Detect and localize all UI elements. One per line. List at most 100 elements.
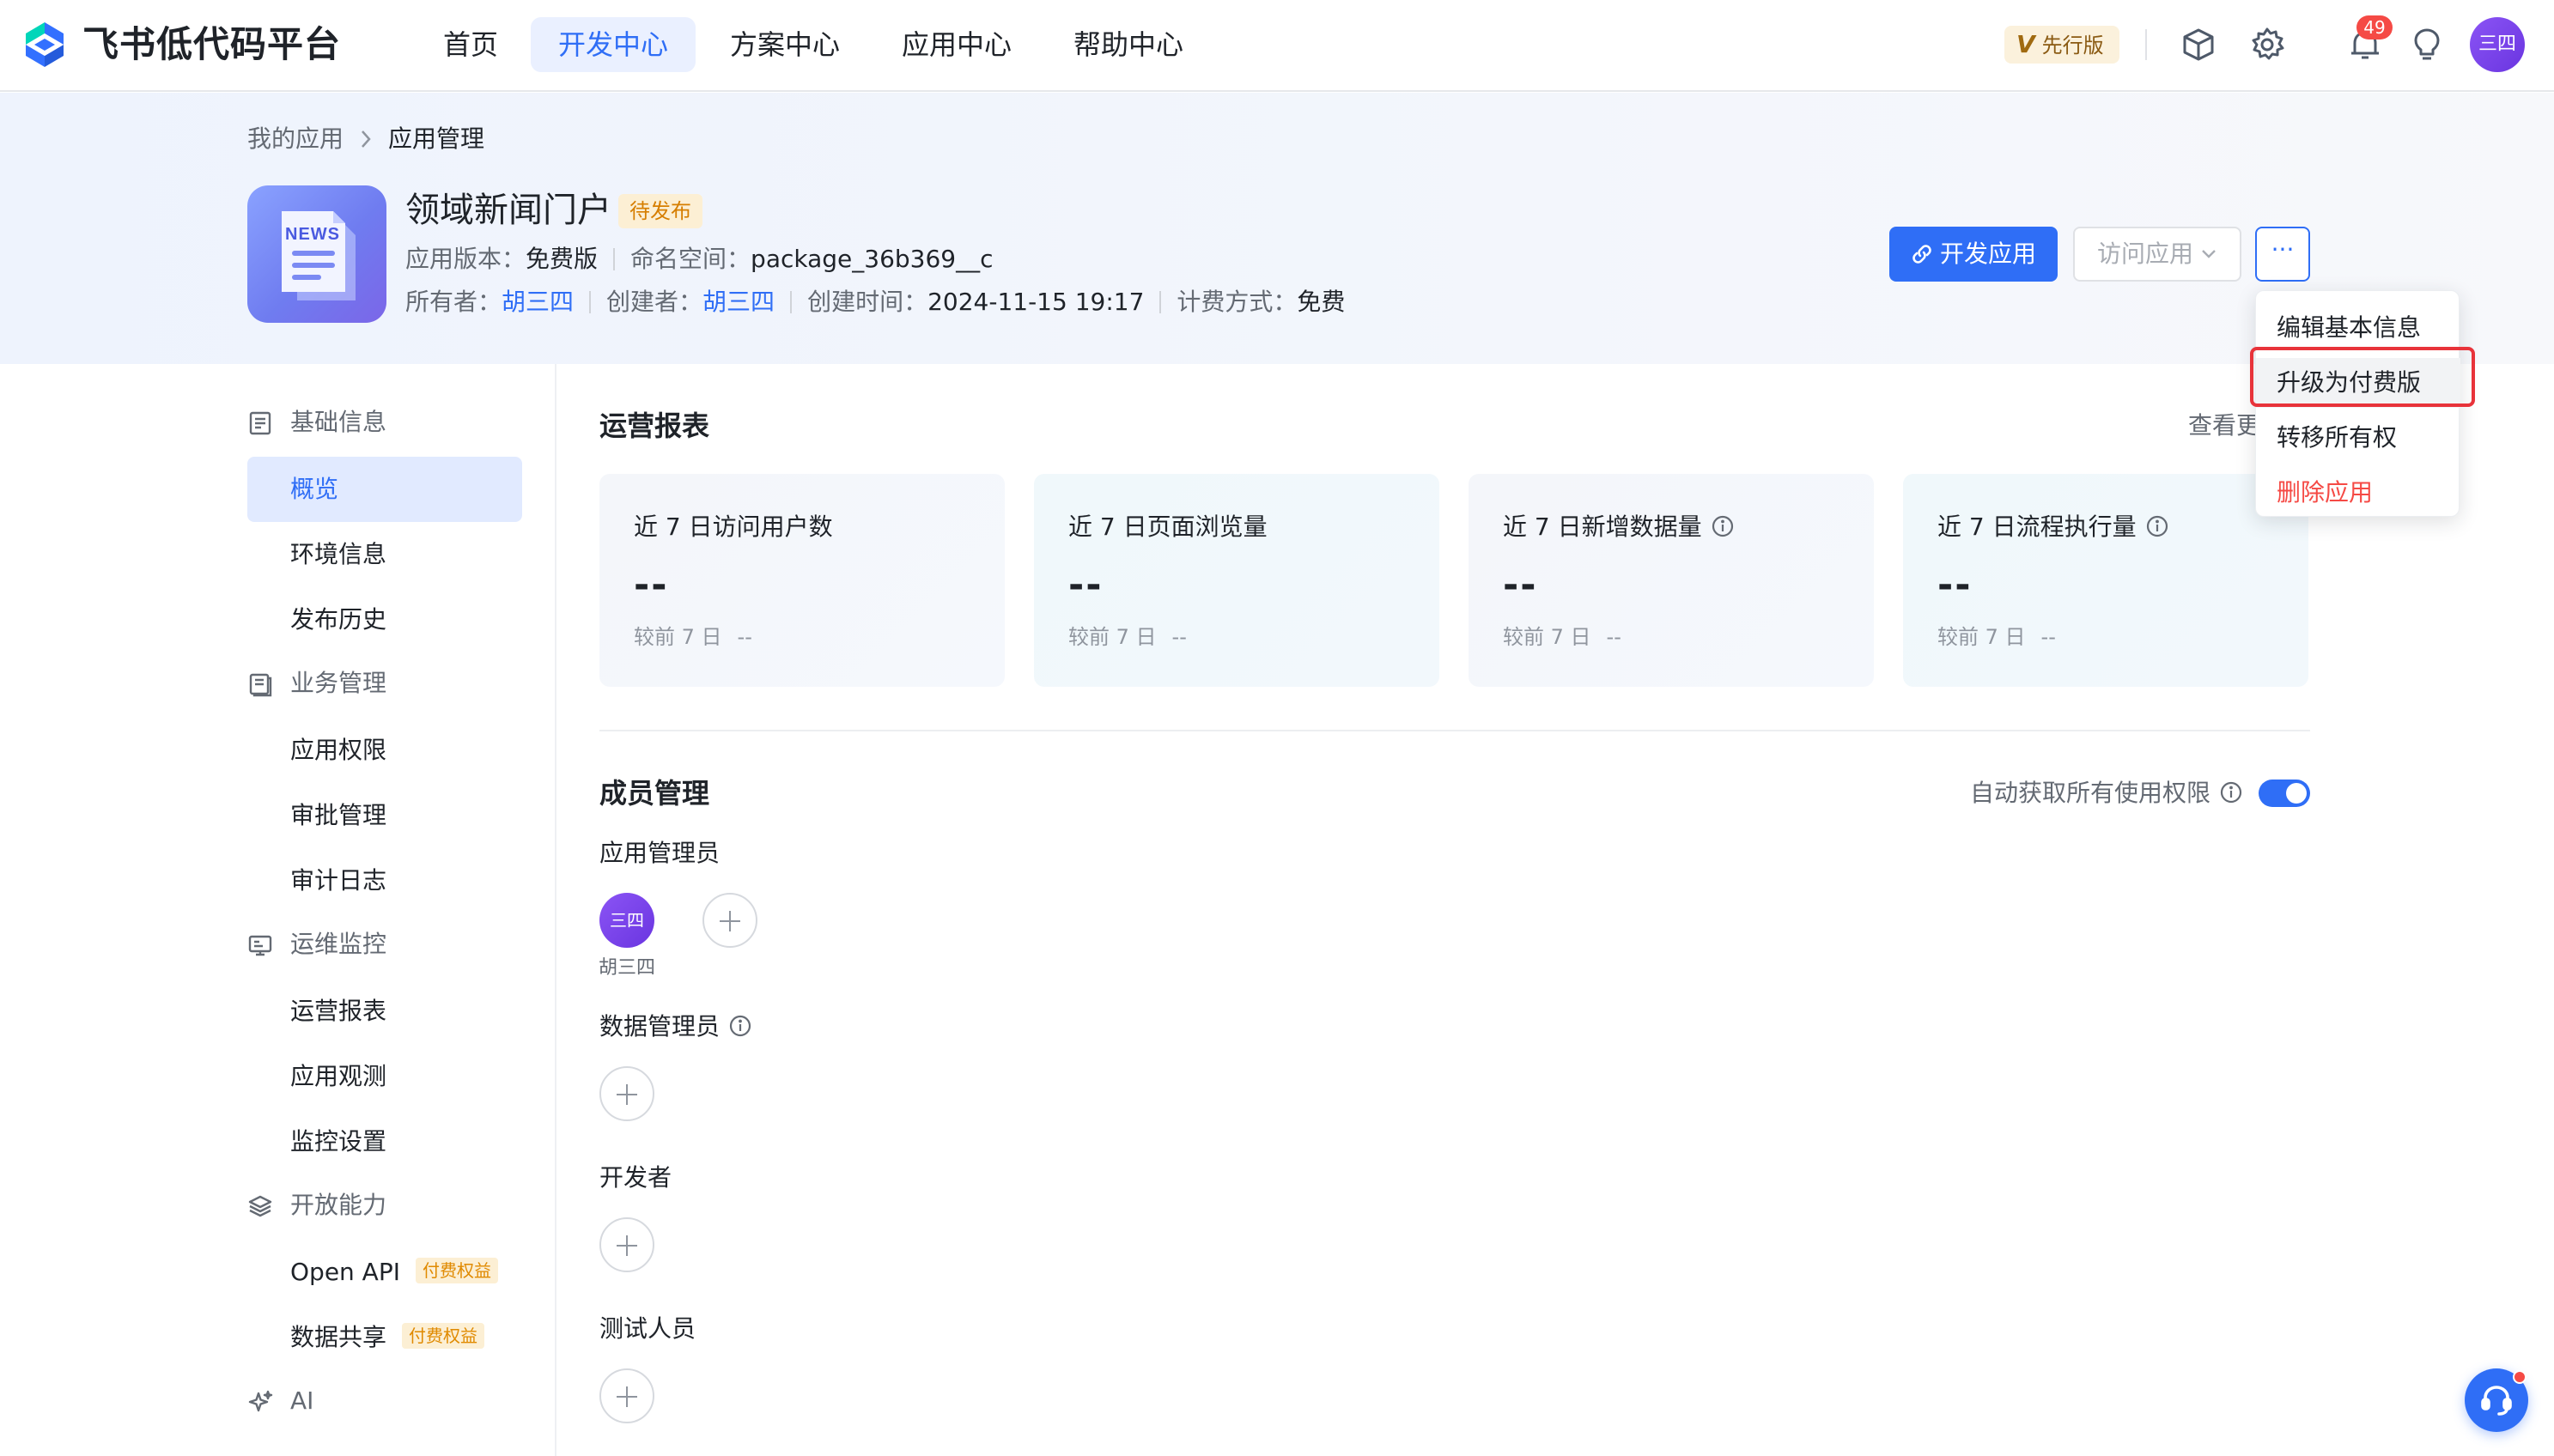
sidebar-item-data-sharing[interactable]: 数据共享 付费权益: [247, 1305, 522, 1370]
compare-value: --: [1171, 625, 1187, 649]
info-icon[interactable]: [2219, 780, 2243, 804]
brand-logo-icon[interactable]: [22, 21, 67, 69]
sidebar-item-environment[interactable]: 环境信息: [247, 522, 522, 587]
stat-compare: 较前 7 日 --: [634, 622, 752, 652]
nav-tab-app-center[interactable]: 应用中心: [888, 17, 1025, 72]
notification-count-badge: 49: [2356, 15, 2393, 39]
menu-item-transfer-ownership[interactable]: 转移所有权: [2256, 413, 2460, 463]
unread-dot: [2513, 1370, 2527, 1384]
role-label-text: 数据管理员: [599, 1012, 721, 1040]
user-avatar[interactable]: 三四: [2470, 17, 2525, 72]
owner-link[interactable]: 胡三四: [502, 288, 574, 316]
stat-card-visitors: 近 7 日访问用户数 -- 较前 7 日 --: [599, 474, 1005, 687]
sidebar-group-label: 业务管理: [290, 669, 387, 697]
link-icon: [1911, 243, 1933, 265]
created-label: 创建时间：: [807, 288, 928, 316]
app-title: 领域新闻门户: [405, 191, 611, 230]
compare-value: --: [1606, 625, 1621, 649]
auto-permission-toggle[interactable]: [2259, 780, 2310, 807]
info-icon[interactable]: [1711, 514, 1735, 538]
sidebar-group-label: AI: [290, 1386, 314, 1415]
menu-item-edit-info[interactable]: 编辑基本信息: [2256, 303, 2460, 353]
meta-divider: [790, 291, 793, 313]
member-avatar[interactable]: 三四: [599, 893, 654, 948]
sidebar-item-release-history[interactable]: 发布历史: [247, 587, 522, 652]
stat-card-new-data: 近 7 日新增数据量 -- 较前 7 日 --: [1469, 474, 1874, 687]
stat-compare: 较前 7 日 --: [1503, 622, 1621, 652]
stat-value: --: [1937, 563, 1973, 607]
auto-permission-label-row: 自动获取所有使用权限: [1970, 776, 2243, 810]
role-label-tester: 测试人员: [599, 1314, 696, 1343]
sidebar-item-ops-report[interactable]: 运营报表: [247, 979, 522, 1044]
version-value: 免费版: [526, 245, 599, 273]
app-icon-label: NEWS: [285, 225, 340, 244]
member-name: 胡三四: [598, 957, 655, 979]
chevron-down-icon: [2200, 248, 2217, 260]
breadcrumb-current: 应用管理: [388, 124, 485, 153]
stat-title: 近 7 日新增数据量: [1503, 513, 1702, 541]
cube-icon[interactable]: [2180, 26, 2217, 64]
sidebar-item-app-permissions[interactable]: 应用权限: [247, 718, 522, 783]
visit-app-button[interactable]: 访问应用: [2073, 227, 2241, 282]
breadcrumb-my-apps[interactable]: 我的应用: [247, 124, 344, 153]
owner-label: 所有者：: [405, 288, 502, 316]
nav-tab-solutions[interactable]: 方案中心: [716, 17, 854, 72]
add-app-admin-button[interactable]: [702, 893, 757, 948]
preview-version-badge[interactable]: V 先行版: [2004, 26, 2119, 64]
meta-divider: [1159, 291, 1162, 313]
nav-tab-help-center[interactable]: 帮助中心: [1060, 17, 1197, 72]
compare-label: 较前 7 日: [1937, 625, 2026, 649]
sidebar-item-approval[interactable]: 审批管理: [247, 783, 522, 848]
compare-label: 较前 7 日: [1068, 625, 1157, 649]
sidebar-item-audit-log[interactable]: 审计日志: [247, 848, 522, 913]
sidebar-group-label: 运维监控: [290, 930, 387, 958]
stat-compare: 较前 7 日 --: [1068, 622, 1187, 652]
creator-link[interactable]: 胡三四: [702, 288, 775, 316]
stat-title: 近 7 日页面浏览量: [1068, 513, 1268, 541]
role-label-developer: 开发者: [599, 1163, 672, 1192]
status-tag: 待发布: [618, 194, 702, 228]
sidebar-item-overview[interactable]: 概览: [247, 457, 522, 522]
stat-title-row: 近 7 日新增数据量: [1503, 510, 1735, 544]
develop-app-label: 开发应用: [1939, 240, 2036, 268]
ops-report-title: 运营报表: [599, 410, 710, 442]
stat-compare: 较前 7 日 --: [1937, 622, 2056, 652]
brand-name[interactable]: 飞书低代码平台: [82, 17, 341, 72]
preview-v-mark: V: [2016, 30, 2035, 58]
meta-divider: [613, 248, 616, 270]
sidebar-item-open-api[interactable]: Open API 付费权益: [247, 1240, 522, 1305]
compare-value: --: [2040, 625, 2056, 649]
add-data-admin-button[interactable]: [599, 1066, 654, 1121]
preview-label: 先行版: [2041, 33, 2104, 58]
compare-value: --: [737, 625, 752, 649]
sidebar-item-observability[interactable]: 应用观测: [247, 1044, 522, 1109]
stat-value: --: [634, 563, 669, 607]
add-tester-button[interactable]: [599, 1368, 654, 1423]
compare-label: 较前 7 日: [1503, 625, 1591, 649]
nav-tab-dev-center[interactable]: 开发中心: [531, 17, 696, 72]
role-label-data-admin: 数据管理员: [599, 1010, 752, 1044]
stat-title: 近 7 日流程执行量: [1937, 513, 2137, 541]
develop-app-button[interactable]: 开发应用: [1889, 227, 2058, 282]
nav-tab-home[interactable]: 首页: [429, 17, 512, 72]
chevron-right-icon: [359, 122, 373, 156]
stat-card-pageviews: 近 7 日页面浏览量 -- 较前 7 日 --: [1034, 474, 1439, 687]
highlight-outline: [2250, 347, 2475, 407]
visit-app-label: 访问应用: [2096, 240, 2193, 268]
lightbulb-icon[interactable]: [2408, 26, 2446, 64]
sidebar-item-monitor-settings[interactable]: 监控设置: [247, 1109, 522, 1174]
menu-item-delete-app[interactable]: 删除应用: [2256, 468, 2460, 518]
sidebar-group-label: 开放能力: [290, 1191, 387, 1219]
toggle-knob: [2286, 783, 2307, 804]
more-actions-button[interactable]: ···: [2255, 227, 2310, 282]
gear-icon[interactable]: [2248, 26, 2286, 64]
info-icon[interactable]: [2145, 514, 2169, 538]
add-developer-button[interactable]: [599, 1217, 654, 1272]
sidebar-item-label: 数据共享: [290, 1323, 387, 1351]
monitor-icon: [247, 932, 273, 958]
view-more-link[interactable]: 查看更: [2188, 409, 2260, 443]
info-icon[interactable]: [728, 1014, 752, 1038]
auto-permission-label: 自动获取所有使用权限: [1970, 779, 2211, 807]
member-management-title: 成员管理: [599, 777, 710, 810]
namespace-value: package_36b369__c: [751, 245, 994, 273]
